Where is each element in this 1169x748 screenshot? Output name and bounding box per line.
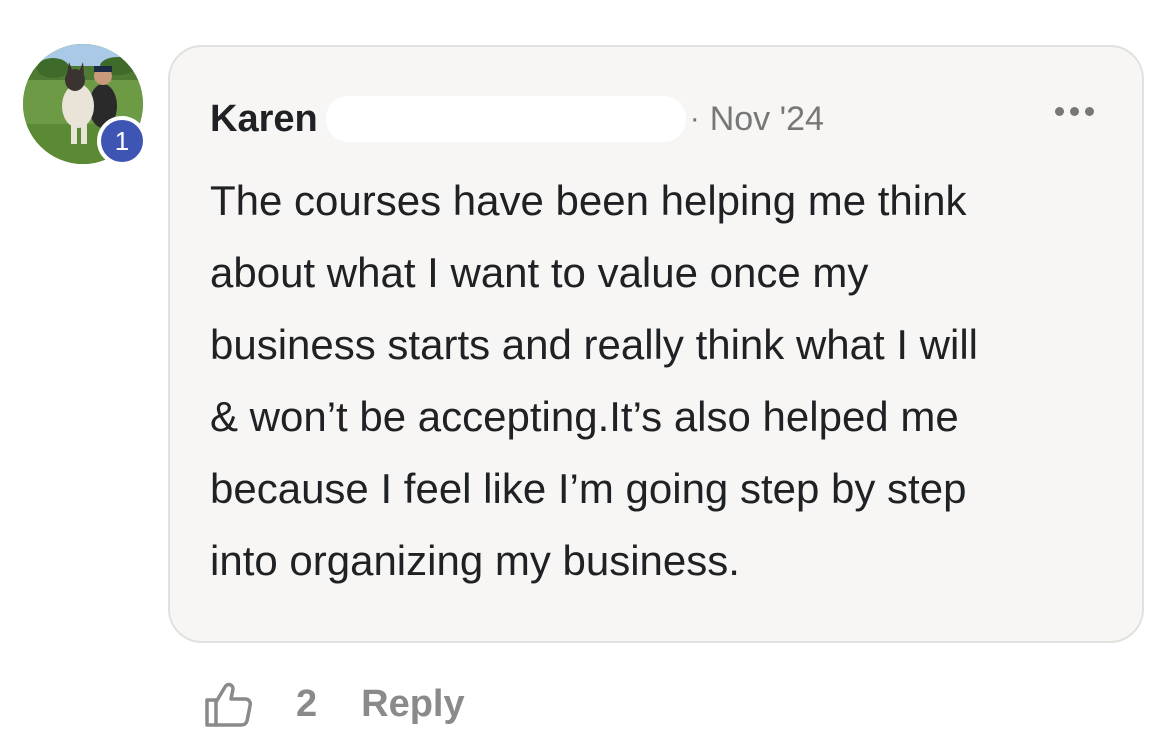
comment-date[interactable]: Nov '24 — [710, 100, 824, 139]
author-avatar-group[interactable]: 1 — [23, 44, 147, 166]
comment-text: The courses have been helping me think a… — [210, 177, 978, 584]
like-button[interactable] — [200, 676, 256, 732]
author-name[interactable]: Karen — [210, 98, 318, 141]
thumbs-up-icon — [205, 682, 252, 727]
level-badge: 1 — [97, 116, 147, 166]
more-dot — [1085, 107, 1094, 116]
comment-header: Karen · Nov '24 — [210, 95, 824, 143]
comment-thread: 1 Karen · Nov '24 The courses have been … — [0, 0, 1169, 748]
comment-actions: 2 Reply — [200, 672, 465, 736]
more-horizontal-icon — [1055, 107, 1064, 116]
more-options-button[interactable] — [1055, 107, 1094, 116]
header-separator: · — [689, 102, 700, 135]
more-dot — [1070, 107, 1079, 116]
reply-button[interactable]: Reply — [361, 683, 464, 726]
like-count: 2 — [296, 682, 318, 725]
comment-bubble: Karen · Nov '24 The courses have been he… — [168, 45, 1144, 643]
redacted-surname — [325, 96, 686, 142]
